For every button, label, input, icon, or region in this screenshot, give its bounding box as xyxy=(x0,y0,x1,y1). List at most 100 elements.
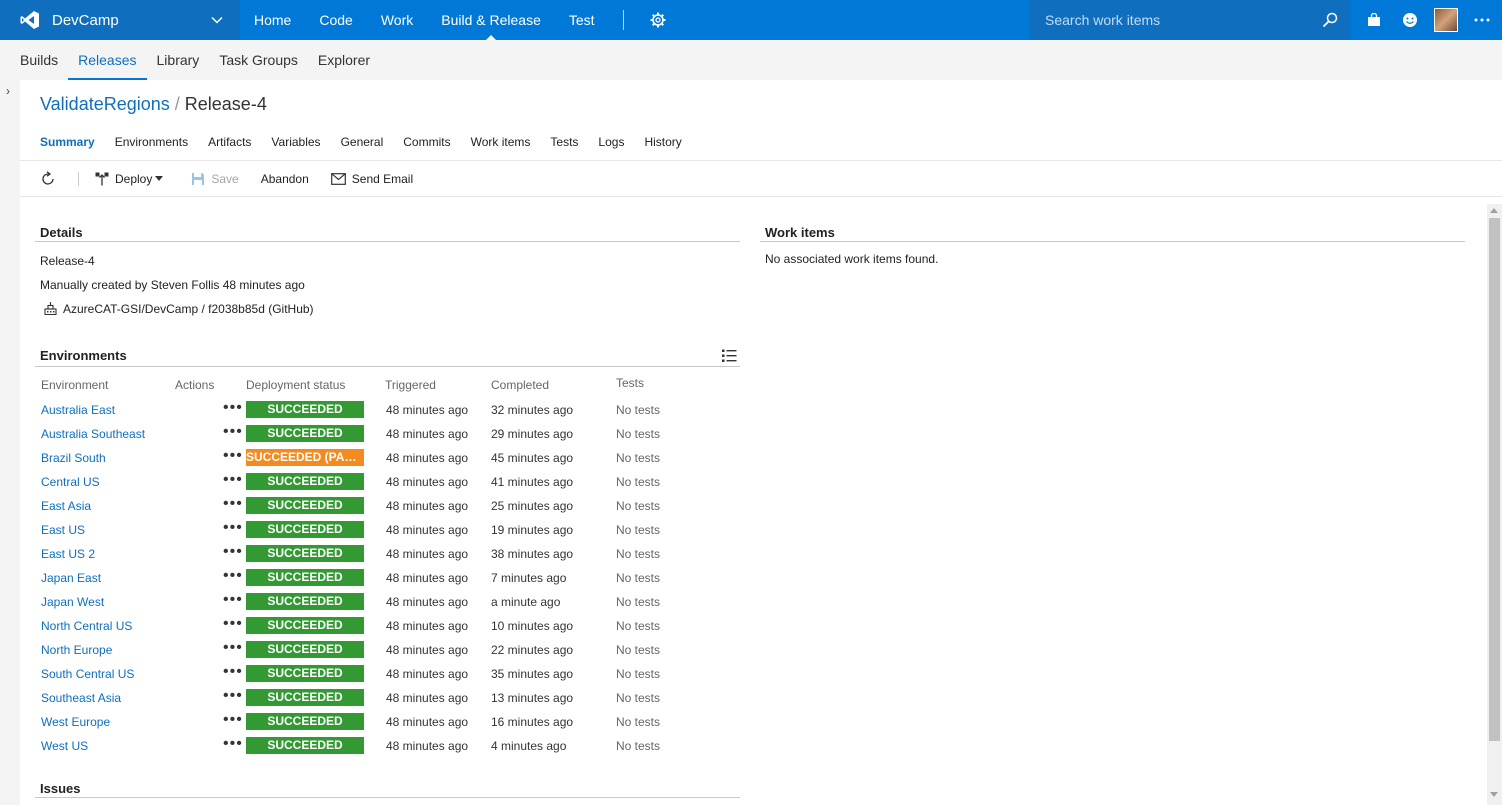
environment-link[interactable]: West Europe xyxy=(41,715,110,729)
more-actions-icon[interactable]: ••• xyxy=(223,519,243,537)
more-actions-icon[interactable]: ••• xyxy=(223,687,243,705)
tab-environments[interactable]: Environments xyxy=(115,135,188,149)
status-badge[interactable]: SUCCEEDED xyxy=(246,401,364,418)
refresh-icon[interactable] xyxy=(40,170,62,187)
environment-link[interactable]: West US xyxy=(41,739,88,753)
status-badge[interactable]: SUCCEEDED xyxy=(246,641,364,658)
search-input[interactable] xyxy=(1030,0,1320,40)
status-badge[interactable]: SUCCEEDED xyxy=(246,569,364,586)
more-actions-icon[interactable]: ••• xyxy=(223,543,243,561)
more-actions-icon[interactable]: ••• xyxy=(223,495,243,513)
status-badge[interactable]: SUCCEEDED xyxy=(246,617,364,634)
status-badge[interactable]: SUCCEEDED xyxy=(246,425,364,442)
settings-gear-icon[interactable] xyxy=(638,0,678,40)
hub-group-home[interactable]: Home xyxy=(240,0,305,40)
tab-work-items[interactable]: Work items xyxy=(471,135,531,149)
environment-link[interactable]: Brazil South xyxy=(41,451,106,465)
release-toolbar: Deploy Save Abandon Send Email xyxy=(20,160,1502,197)
status-badge[interactable]: SUCCEEDED xyxy=(246,473,364,490)
tab-logs[interactable]: Logs xyxy=(598,135,624,149)
hub-explorer[interactable]: Explorer xyxy=(308,40,380,80)
tab-artifacts[interactable]: Artifacts xyxy=(208,135,251,149)
environment-link[interactable]: Japan East xyxy=(41,571,101,585)
search-icon[interactable] xyxy=(1322,12,1338,28)
status-badge[interactable]: SUCCEEDED (PARTIALLY) xyxy=(246,449,364,466)
details-divider xyxy=(35,241,740,242)
hub-group-test[interactable]: Test xyxy=(555,0,609,40)
status-badge[interactable]: SUCCEEDED xyxy=(246,713,364,730)
status-badge[interactable]: SUCCEEDED xyxy=(246,497,364,514)
scroll-up-arrow-icon[interactable] xyxy=(1490,208,1498,213)
hub-group-build-release[interactable]: Build & Release xyxy=(427,0,555,40)
breadcrumb: ValidateRegions / Release-4 xyxy=(40,94,267,115)
tab-tests[interactable]: Tests xyxy=(550,135,578,149)
work-items-heading: Work items xyxy=(765,225,835,240)
environment-link[interactable]: Central US xyxy=(41,475,100,489)
toolbar-divider xyxy=(78,171,79,186)
hub-builds[interactable]: Builds xyxy=(10,40,68,80)
table-row: Brazil South •••SUCCEEDED (PARTIALLY) 48 m… xyxy=(40,446,740,470)
status-badge[interactable]: SUCCEEDED xyxy=(246,737,364,754)
environment-link[interactable]: North Europe xyxy=(41,643,112,657)
status-badge[interactable]: SUCCEEDED xyxy=(246,545,364,562)
scroll-down-arrow-icon[interactable] xyxy=(1490,792,1498,797)
artifact-link[interactable]: AzureCAT-GSI/DevCamp / f2038b85d (GitHub… xyxy=(63,302,314,316)
search-box[interactable] xyxy=(1030,0,1350,40)
environment-link[interactable]: Japan West xyxy=(41,595,104,609)
send-email-button[interactable]: Send Email xyxy=(330,172,413,186)
environment-link[interactable]: East Asia xyxy=(41,499,91,513)
save-button[interactable]: Save xyxy=(191,172,239,186)
more-options-icon[interactable] xyxy=(1464,0,1500,40)
deploy-button[interactable]: Deploy xyxy=(95,172,169,186)
project-switcher[interactable]: DevCamp xyxy=(0,0,240,40)
tab-general[interactable]: General xyxy=(341,135,384,149)
tab-variables[interactable]: Variables xyxy=(271,135,320,149)
more-actions-icon[interactable]: ••• xyxy=(223,639,243,657)
user-avatar[interactable] xyxy=(1428,0,1464,40)
environment-link[interactable]: North Central US xyxy=(41,619,132,633)
tab-summary[interactable]: Summary xyxy=(40,135,95,149)
more-actions-icon[interactable]: ••• xyxy=(223,615,243,633)
environment-link[interactable]: East US xyxy=(41,523,85,537)
left-pane-toggle[interactable]: › xyxy=(0,80,20,805)
more-actions-icon[interactable]: ••• xyxy=(223,447,243,465)
completed-time: a minute ago xyxy=(491,595,561,609)
list-view-icon[interactable] xyxy=(722,349,737,366)
chevron-down-icon[interactable] xyxy=(210,13,224,27)
email-icon xyxy=(330,172,346,185)
chevron-right-icon[interactable]: › xyxy=(6,84,10,98)
hub-task-groups[interactable]: Task Groups xyxy=(209,40,308,80)
more-actions-icon[interactable]: ••• xyxy=(223,567,243,585)
environment-link[interactable]: East US 2 xyxy=(41,547,95,561)
tests-value: No tests xyxy=(616,619,661,633)
environment-link[interactable]: Australia East xyxy=(41,403,115,417)
environment-link[interactable]: South Central US xyxy=(41,667,134,681)
more-actions-icon[interactable]: ••• xyxy=(223,735,243,753)
table-row: Australia Southeast ••• SUCCEEDED 48 minute… xyxy=(40,422,740,446)
more-actions-icon[interactable]: ••• xyxy=(223,399,243,417)
tab-history[interactable]: History xyxy=(644,135,681,149)
release-definition-link[interactable]: ValidateRegions xyxy=(40,94,170,114)
status-badge[interactable]: SUCCEEDED xyxy=(246,593,364,610)
completed-time: 22 minutes ago xyxy=(491,643,574,657)
more-actions-icon[interactable]: ••• xyxy=(223,471,243,489)
status-badge[interactable]: SUCCEEDED xyxy=(246,689,364,706)
feedback-smiley-icon[interactable] xyxy=(1392,0,1428,40)
status-badge[interactable]: SUCCEEDED xyxy=(246,521,364,538)
abandon-button[interactable]: Abandon xyxy=(261,172,309,186)
marketplace-bag-icon[interactable] xyxy=(1356,0,1392,40)
triggered-time: 48 minutes ago xyxy=(386,691,469,705)
hub-releases[interactable]: Releases xyxy=(68,40,147,80)
more-actions-icon[interactable]: ••• xyxy=(223,711,243,729)
hub-library[interactable]: Library xyxy=(147,40,210,80)
scrollbar-thumb[interactable] xyxy=(1489,218,1500,741)
status-badge[interactable]: SUCCEEDED xyxy=(246,665,364,682)
hub-group-code[interactable]: Code xyxy=(305,0,366,40)
tab-commits[interactable]: Commits xyxy=(403,135,450,149)
hub-group-work[interactable]: Work xyxy=(367,0,427,40)
environment-link[interactable]: Southeast Asia xyxy=(41,691,121,705)
more-actions-icon[interactable]: ••• xyxy=(223,663,243,681)
environment-link[interactable]: Australia Southeast xyxy=(41,427,145,441)
more-actions-icon[interactable]: ••• xyxy=(223,591,243,609)
more-actions-icon[interactable]: ••• xyxy=(223,423,243,441)
